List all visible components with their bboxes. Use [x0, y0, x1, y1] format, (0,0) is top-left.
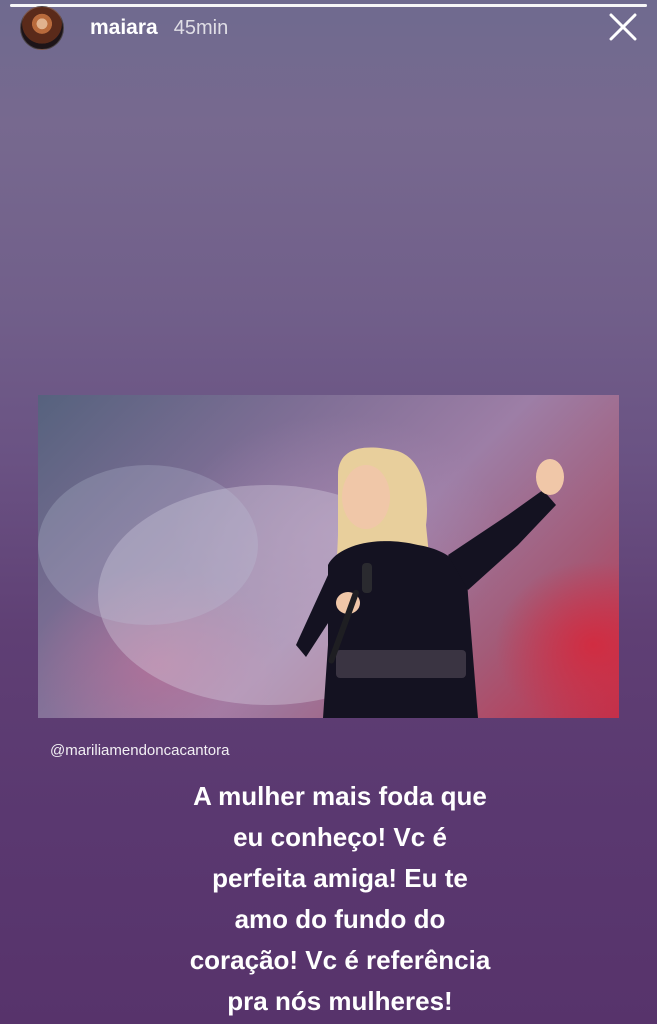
- username[interactable]: maiara: [90, 16, 158, 40]
- performer-illustration: [38, 447, 564, 718]
- story-viewer[interactable]: maiara 45min @mariliamendoncacantora A m…: [0, 0, 657, 1024]
- story-caption: A mulher mais foda que eu conheço! Vc é pe…: [140, 776, 540, 1022]
- close-button[interactable]: [606, 10, 640, 44]
- caption-line: amo do fundo do: [234, 904, 446, 934]
- story-header: maiara 45min: [20, 6, 640, 50]
- story-time: 45min: [173, 16, 229, 39]
- caption-line: coração! Vc é referência: [189, 945, 491, 975]
- avatar[interactable]: [20, 6, 64, 50]
- caption-line: A mulher mais foda que: [193, 781, 487, 811]
- mention-tag[interactable]: @mariliamendoncacantora: [50, 742, 229, 759]
- close-icon: [609, 13, 637, 41]
- shared-post-photo[interactable]: [38, 395, 619, 718]
- caption-line: eu conheço! Vc é: [233, 822, 447, 852]
- caption-line: pra nós mulheres!: [227, 986, 453, 1016]
- caption-line: perfeita amiga! Eu te: [212, 863, 468, 893]
